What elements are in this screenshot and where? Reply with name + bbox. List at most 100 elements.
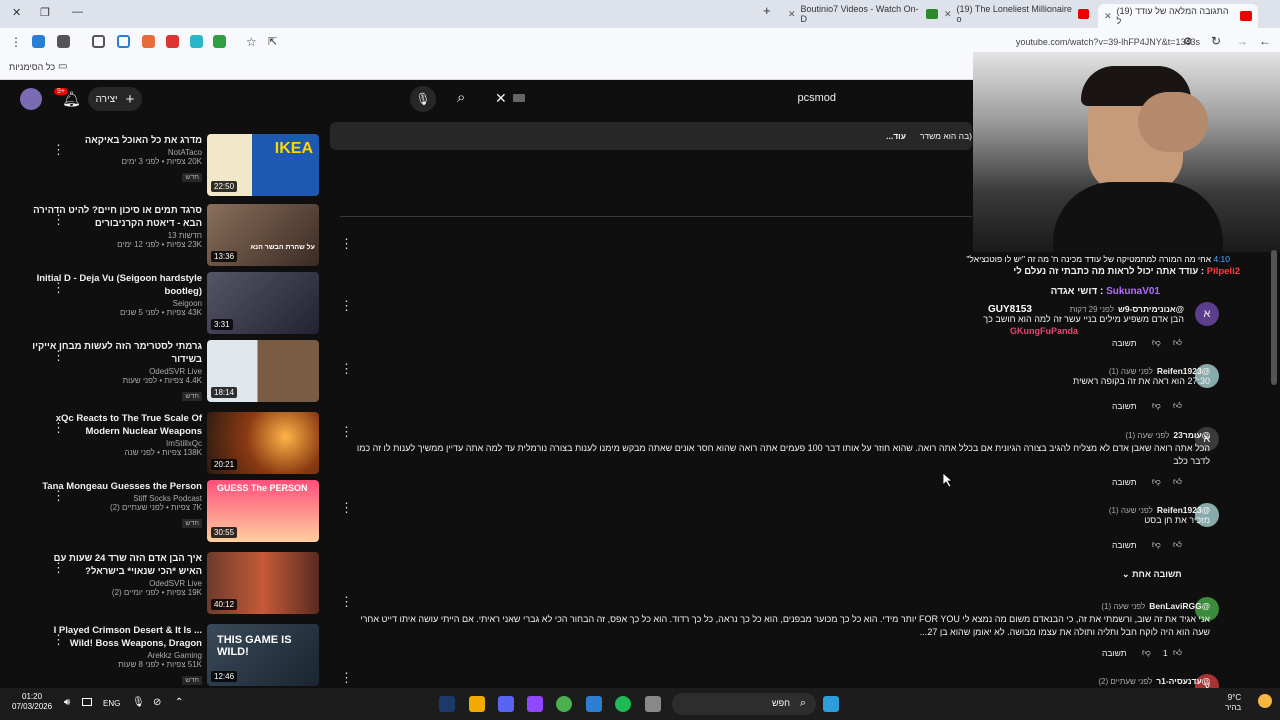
channel-name[interactable]: OdedSVR Live (32, 367, 202, 376)
related-video[interactable]: ⋮ I Played Crimson Desert & It Is ... Wi… (0, 624, 330, 688)
video-title[interactable]: מדרג את כל האוכל באיקאה (32, 134, 202, 147)
channel-name[interactable]: NotATaco (32, 148, 202, 157)
file-explorer-icon[interactable] (645, 696, 661, 712)
video-thumbnail[interactable]: 20:21 (207, 412, 319, 474)
related-video[interactable]: ⋮ סרגד תמים או סיכון חיים? להיט הדהירה ה… (0, 204, 330, 272)
weather-widget[interactable]: 9°C בהיר (1225, 693, 1241, 713)
spotify-icon[interactable] (615, 696, 631, 712)
like-icon[interactable]: 👍︎ (1173, 476, 1182, 487)
tab-active-video[interactable]: ✕ (19) התגובה המלאה של עודד ל (1098, 4, 1258, 28)
volume-icon[interactable]: 🔊︎ (64, 697, 70, 708)
video-title[interactable]: xQc Reacts to The True Scale Of Modern N… (32, 412, 202, 438)
channel-name[interactable]: Arekkz Gaming (32, 651, 202, 660)
reload-icon[interactable]: ↻ (1211, 34, 1221, 48)
extension-icon[interactable] (32, 35, 45, 48)
more-actions-icon[interactable]: ⋮ (340, 670, 353, 686)
video-thumbnail[interactable]: IKEA 22:50 (207, 134, 319, 196)
app-grid-icon[interactable] (586, 696, 602, 712)
minimize-window-icon[interactable]: — (72, 6, 83, 18)
clock[interactable]: 01:20 07/03/2026 (12, 692, 52, 712)
channel-name[interactable]: חדשות 13 (32, 231, 202, 240)
more-actions-icon[interactable]: ⋮ (340, 361, 353, 377)
more-actions-icon[interactable]: ⋮ (340, 298, 353, 314)
extension-icon[interactable] (92, 35, 105, 48)
more-actions-icon[interactable]: ⋮ (340, 236, 353, 252)
description-box[interactable]: בה הוא משדר) ...עוד (330, 122, 972, 150)
comment-author[interactable]: @עומר23 (1173, 430, 1210, 440)
clear-search-icon[interactable]: ✕ (495, 90, 507, 107)
tab-loneliest-millionaire[interactable]: ✕ (19) The Loneliest Millionaire o (944, 4, 1089, 24)
like-icon[interactable]: 👍︎ (1173, 400, 1182, 411)
forward-icon[interactable]: → (1236, 34, 1248, 48)
reply-button[interactable]: תשובה (1112, 540, 1137, 550)
avatar[interactable]: א (1195, 302, 1219, 326)
keyboard-icon[interactable] (513, 94, 525, 102)
steam-icon[interactable] (439, 696, 455, 712)
comment-author[interactable]: @Reifen1923 (1157, 366, 1210, 376)
twitch-icon[interactable] (527, 696, 543, 712)
search-icon[interactable]: ⌕ (457, 89, 465, 106)
microphone-icon[interactable]: 🎙︎ (132, 697, 145, 708)
comment-author[interactable]: @אנונימיתרס-9ש (1118, 304, 1184, 314)
reply-button[interactable]: תשובה (1112, 338, 1137, 348)
comment-author[interactable]: @Reifen1923 (1157, 505, 1210, 515)
create-button[interactable]: יצירה + (88, 87, 142, 111)
video-title[interactable]: Initial D - Deja Vu (Seigoon hardstyle b… (32, 272, 202, 298)
video-title[interactable]: איך הבן אדם הזה שרד 24 שעות עם האיש *הכי… (32, 552, 202, 578)
like-icon[interactable]: 👍︎ (1173, 337, 1182, 348)
discord-icon[interactable] (498, 696, 514, 712)
related-video[interactable]: ⋮ גרמתי לסטרימר הזה לעשות מבחן אייקיו בש… (0, 340, 330, 408)
restore-window-icon[interactable]: ❐ (40, 6, 50, 19)
extension-icon[interactable] (166, 35, 179, 48)
close-icon[interactable]: ✕ (788, 9, 796, 20)
video-title[interactable]: Tana Mongeau Guesses the Person (32, 480, 202, 493)
close-window-icon[interactable]: ✕ (12, 6, 21, 19)
network-icon[interactable] (82, 698, 92, 706)
address-bar[interactable]: youtube.com/watch?v=39-lhFP4JNY&t=1343s (1016, 37, 1200, 47)
video-thumbnail[interactable]: 3:31 (207, 272, 319, 334)
related-video[interactable]: ⋮ Tana Mongeau Guesses the Person Stiff S… (0, 480, 330, 548)
video-thumbnail[interactable]: 18:14 (207, 340, 319, 402)
extension-icon[interactable] (57, 35, 70, 48)
channel-name[interactable]: Seigoon (32, 299, 202, 308)
windows-start-icon[interactable] (823, 696, 839, 712)
avatar[interactable] (20, 88, 42, 110)
new-tab-icon[interactable]: + (763, 3, 771, 18)
chrome-icon[interactable] (556, 696, 572, 712)
cast-icon[interactable]: ⇱ (268, 35, 277, 48)
dislike-icon[interactable]: 👎︎ (1152, 400, 1161, 411)
related-video[interactable]: ⋮ מדרג את כל האוכל באיקאה NotATaco 20K צפי… (0, 134, 330, 202)
extension-icon[interactable] (117, 35, 130, 48)
back-icon[interactable]: ← (1259, 34, 1271, 48)
bookmark-star-icon[interactable]: ☆ (246, 35, 257, 49)
like-icon[interactable]: 👍︎ (1173, 647, 1182, 658)
dislike-icon[interactable]: 👎︎ (1152, 539, 1161, 550)
channel-name[interactable]: OdedSVR Live (32, 579, 202, 588)
taskbar-search[interactable]: ⌕ חפש (672, 693, 816, 715)
extension-icon[interactable] (213, 35, 226, 48)
description-more-link[interactable]: ...עוד (886, 131, 906, 141)
search-input[interactable]: pcsmod (797, 92, 836, 104)
dislike-icon[interactable]: 👎︎ (1152, 476, 1161, 487)
language-indicator[interactable]: ENG (103, 699, 120, 708)
related-video[interactable]: ⋮ Initial D - Deja Vu (Seigoon hardstyle… (0, 272, 330, 340)
video-title[interactable]: סרגד תמים או סיכון חיים? להיט הדהירה הבא… (32, 204, 202, 230)
close-icon[interactable]: ✕ (1104, 11, 1112, 22)
extension-icon[interactable] (142, 35, 155, 48)
close-icon[interactable]: ✕ (944, 9, 952, 20)
tray-icon[interactable]: ⊘ (153, 697, 161, 708)
related-video[interactable]: ⋮ xQc Reacts to The True Scale Of Modern… (0, 412, 330, 480)
video-thumbnail[interactable]: 40:12 (207, 552, 319, 614)
reply-button[interactable]: תשובה (1112, 477, 1137, 487)
channel-name[interactable]: Stiff Socks Podcast (32, 494, 202, 503)
like-icon[interactable]: 👍︎ (1173, 539, 1182, 550)
video-thumbnail[interactable]: GUESS The PERSON 30:55 (207, 480, 319, 542)
show-replies-toggle[interactable]: תשובה אחת ⌄ (1122, 569, 1182, 580)
browser-menu-icon[interactable]: ⋮ (10, 35, 22, 49)
comment-author[interactable]: @עדנעסיה-1ר (1156, 676, 1210, 686)
all-bookmarks-link[interactable]: כל הסימניות (9, 62, 55, 72)
dislike-icon[interactable]: 👎︎ (1142, 647, 1151, 658)
comment-author[interactable]: @BenLaviRGG (1149, 601, 1210, 611)
dislike-icon[interactable]: 👎︎ (1152, 337, 1161, 348)
chevron-up-icon[interactable]: ⌃ (175, 697, 183, 708)
